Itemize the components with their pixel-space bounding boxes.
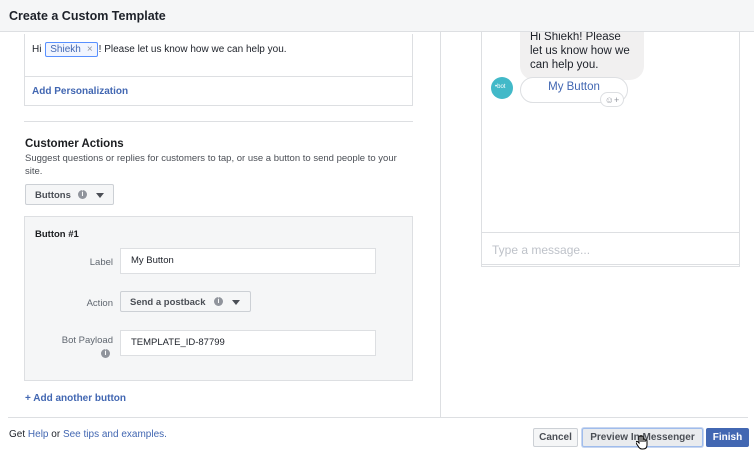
dialog-header: Create a Custom Template bbox=[0, 0, 754, 32]
action-dropdown-label: Send a postback bbox=[130, 297, 206, 308]
token-label: Shiekh bbox=[50, 44, 81, 55]
chevron-down-icon bbox=[232, 300, 240, 305]
message-input[interactable]: Type a message... bbox=[481, 232, 740, 267]
help-text: Get Help or See tips and examples. bbox=[9, 429, 167, 440]
add-personalization-row: Add Personalization bbox=[25, 76, 412, 106]
message-text[interactable]: Hi Shiekh × ! Please let us know how we ca… bbox=[32, 42, 287, 57]
divider bbox=[24, 121, 413, 122]
message-bubble: Hi Shiekh! Please let us know how we can… bbox=[520, 32, 644, 80]
info-icon[interactable]: i bbox=[78, 190, 87, 199]
token-remove-icon[interactable]: × bbox=[87, 44, 93, 55]
button-1-heading: Button #1 bbox=[35, 229, 79, 240]
message-prefix: Hi bbox=[32, 44, 42, 55]
label-field-label: Label bbox=[89, 257, 113, 268]
help-link[interactable]: Help bbox=[28, 429, 49, 440]
action-field-label: Action bbox=[86, 298, 113, 309]
emoji-reaction-icon[interactable]: ☺+ bbox=[600, 92, 624, 107]
message-input-placeholder: Type a message... bbox=[492, 243, 591, 257]
chevron-down-icon bbox=[96, 193, 104, 198]
info-icon[interactable]: i bbox=[101, 349, 110, 358]
personalization-token[interactable]: Shiekh × bbox=[45, 42, 98, 57]
help-or-text: or bbox=[51, 429, 61, 440]
tips-link[interactable]: See tips and examples. bbox=[63, 429, 167, 440]
cancel-button[interactable]: Cancel bbox=[533, 428, 578, 447]
button-label-input[interactable]: My Button bbox=[120, 248, 376, 274]
bot-payload-label: Bot Payload bbox=[61, 335, 113, 346]
bot-payload-input[interactable]: TEMPLATE_ID-87799 bbox=[120, 330, 376, 356]
messenger-preview: Hi Shiekh! Please let us know how we can… bbox=[440, 32, 754, 417]
dialog-title: Create a Custom Template bbox=[9, 9, 166, 23]
action-dropdown[interactable]: Send a postback i bbox=[120, 291, 251, 312]
message-suffix: ! Please let us know how we can help you… bbox=[98, 44, 287, 55]
page-avatar: •bot bbox=[491, 77, 513, 99]
info-icon[interactable]: i bbox=[214, 297, 223, 306]
action-type-label: Buttons bbox=[35, 190, 71, 201]
hand-cursor-icon bbox=[636, 435, 648, 450]
customer-actions-description: Suggest questions or replies for custome… bbox=[25, 153, 397, 177]
help-get-text: Get bbox=[9, 429, 26, 440]
add-personalization-link[interactable]: Add Personalization bbox=[32, 86, 128, 97]
footer-divider bbox=[8, 417, 748, 418]
finish-button[interactable]: Finish bbox=[706, 428, 749, 447]
template-editor: Hi Shiekh × ! Please let us know how we ca… bbox=[0, 32, 439, 417]
button-1-panel: Button #1 Label My Button Action Send a … bbox=[24, 216, 413, 381]
add-another-button-link[interactable]: + Add another button bbox=[25, 393, 126, 404]
action-type-dropdown[interactable]: Buttons i bbox=[25, 184, 114, 205]
chat-thread: Hi Shiekh! Please let us know how we can… bbox=[481, 32, 740, 265]
customer-actions-title: Customer Actions bbox=[25, 138, 124, 150]
message-editor[interactable]: Hi Shiekh × ! Please let us know how we ca… bbox=[24, 34, 413, 106]
